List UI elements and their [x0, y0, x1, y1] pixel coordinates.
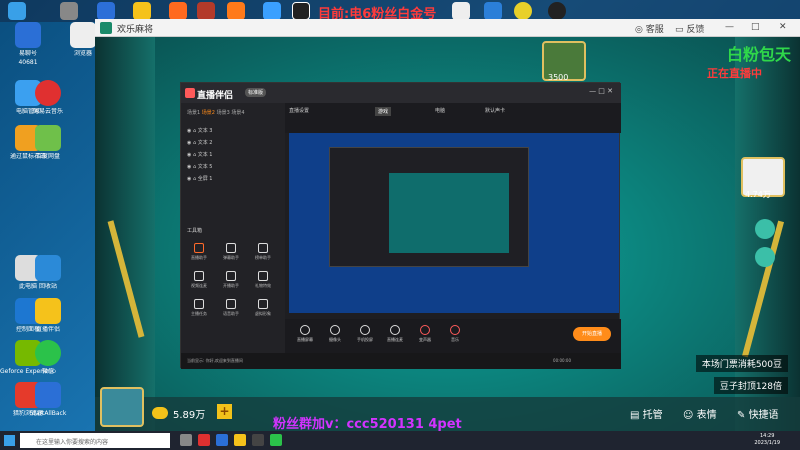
taskbar-app-icon[interactable]: [180, 434, 192, 446]
settings-tag[interactable]: 电脑: [435, 107, 445, 114]
stream-toolbar: 直播屏幕 摄像头 手机投屏 直播连麦 变声器 音乐 开始直播: [285, 319, 621, 353]
maximize-button[interactable]: □: [751, 22, 760, 32]
feedback-button[interactable]: ▭ 反馈: [675, 22, 704, 35]
game-titlebar: 欢乐麻将 ◎ 客服 ▭ 反馈 — □ ✕: [95, 19, 800, 37]
settings-tag[interactable]: 默认声卡: [485, 107, 505, 114]
layer-item[interactable]: ◉ ⌂ 文本 5: [187, 163, 213, 170]
self-avatar[interactable]: [100, 387, 144, 427]
start-live-button[interactable]: 开始直播: [573, 327, 611, 341]
game-title: 欢乐麻将: [117, 25, 154, 35]
settings-tag[interactable]: 直播设置: [289, 107, 309, 114]
version-badge: 标准版: [245, 88, 267, 97]
toolbar-button[interactable]: 直播连麦: [381, 325, 409, 343]
settings-tag[interactable]: 游戏: [375, 107, 392, 116]
shop-icon[interactable]: [755, 219, 775, 239]
tool-item[interactable]: 视频连麦: [185, 271, 213, 289]
app-icon[interactable]: [97, 2, 115, 20]
stream-settings-bar: 直播设置 游戏 电脑 默认声卡: [285, 103, 621, 133]
app-icon[interactable]: [197, 2, 215, 20]
coin-icon: [152, 407, 168, 419]
window-controls[interactable]: — □ ✕: [589, 87, 613, 95]
app-icon[interactable]: [263, 2, 281, 20]
toolbar-button[interactable]: 音乐: [441, 325, 469, 343]
windows-taskbar: 在这里输入你要搜索的内容 14:29 2023/1/19: [0, 431, 800, 450]
streaming-app-window: 直播伴侣 标准版 — □ ✕ 场景1 场景2 场景3 场景4 ◉ ⌂ 文本 3 …: [180, 82, 621, 369]
add-coin-button[interactable]: +: [217, 404, 232, 419]
toolbar-button[interactable]: 手机投屏: [351, 325, 379, 343]
taskbar-app-icon[interactable]: [216, 434, 228, 446]
app-icon[interactable]: [514, 2, 532, 20]
table-rail-left: [95, 37, 155, 431]
tool-item[interactable]: 礼物特效: [249, 271, 277, 289]
taskbar-app-icon[interactable]: [270, 434, 282, 446]
kefu-button[interactable]: ◎ 客服: [635, 22, 664, 35]
desktop-icon[interactable]: 易聊号 40681: [0, 22, 56, 66]
scene-tabs[interactable]: 场景1 场景2 场景3 场景4: [187, 109, 245, 116]
nested-preview-inner: [389, 173, 509, 253]
tool-item[interactable]: 弹幕助手: [217, 243, 245, 261]
cap-info: 豆子封顶128倍: [713, 377, 788, 394]
taskbar-app-icon[interactable]: [198, 434, 210, 446]
coin-count: 5.89万: [173, 410, 206, 421]
app-icon[interactable]: [169, 2, 187, 20]
overlay-title: 白粉包天: [727, 45, 792, 64]
stream-preview: [289, 133, 619, 313]
desktop-icon[interactable]: 回收站: [20, 255, 76, 290]
quick-chat-button[interactable]: ✎ 快捷语: [737, 406, 779, 421]
desktop-icon[interactable]: 微信: [20, 340, 76, 375]
app-icon[interactable]: [452, 2, 470, 20]
ticket-info: 本场门票消耗500豆: [695, 355, 788, 372]
app-icon[interactable]: [292, 2, 310, 20]
taskbar-search-input[interactable]: 在这里输入你要搜索的内容: [20, 433, 170, 448]
taskbar-clock[interactable]: 14:29 2023/1/19: [754, 433, 780, 447]
app-icon[interactable]: [484, 2, 502, 20]
toolbar-button[interactable]: 摄像头: [321, 325, 349, 343]
auto-play-button[interactable]: ▤ 托管: [630, 406, 663, 421]
layer-item[interactable]: ◉ ⌂ 全屏 1: [187, 175, 213, 182]
tool-item[interactable]: 榜单助手: [249, 243, 277, 261]
toolbar-button[interactable]: 直播屏幕: [291, 325, 319, 343]
app-icon[interactable]: [133, 2, 151, 20]
tip-icon[interactable]: [755, 247, 775, 267]
overlay-sub: 正在直播中: [707, 67, 762, 80]
app-icon[interactable]: [8, 2, 26, 20]
stream-time: 00:00:00: [553, 358, 571, 363]
desktop-icon[interactable]: StartAllBack: [20, 382, 76, 417]
player-top-score: 3500: [548, 73, 569, 82]
game-logo-icon: [100, 22, 112, 34]
tool-item[interactable]: 开播助手: [217, 271, 245, 289]
tool-item[interactable]: 虚拟形象: [249, 299, 277, 317]
status-text: 当前显示: 你好,欢迎来到直播间: [187, 358, 243, 363]
taskbar-app-icon[interactable]: [234, 434, 246, 446]
taskbar-app-icon[interactable]: [252, 434, 264, 446]
app-icon[interactable]: [60, 2, 78, 20]
toolbox-title: 工具箱: [187, 228, 203, 234]
tool-item[interactable]: 语音助手: [217, 299, 245, 317]
app-logo-icon: [185, 88, 195, 98]
watermark: 粉丝群加v：ccc520131 4pet: [273, 417, 462, 432]
app-icon[interactable]: [548, 2, 566, 20]
emoji-button[interactable]: ☺ 表情: [683, 406, 717, 421]
desktop-icon[interactable]: 网易云音乐: [20, 80, 76, 115]
toolbar-button[interactable]: 变声器: [411, 325, 439, 343]
player-right-score: 4.74万: [745, 190, 771, 199]
tool-item[interactable]: 直播助手: [185, 243, 213, 261]
app-icon[interactable]: [227, 2, 245, 20]
tool-item[interactable]: 主播任务: [185, 299, 213, 317]
desktop-icon[interactable]: 百度网盘: [20, 125, 76, 160]
desktop-icon[interactable]: 直播伴侣: [20, 298, 76, 333]
scene-panel: 场景1 场景2 场景3 场景4 ◉ ⌂ 文本 3 ◉ ⌂ 文本 2 ◉ ⌂ 文本…: [181, 103, 285, 369]
layer-item[interactable]: ◉ ⌂ 文本 1: [187, 151, 213, 158]
app-logo-text: 直播伴侣: [197, 91, 234, 101]
windows-start-icon[interactable]: [4, 435, 15, 446]
close-button[interactable]: ✕: [779, 22, 787, 32]
streaming-app-header: 直播伴侣 标准版 — □ ✕: [181, 83, 621, 103]
status-bar: 当前显示: 你好,欢迎来到直播间 00:00:00: [181, 353, 621, 369]
minimize-button[interactable]: —: [725, 22, 734, 32]
layer-item[interactable]: ◉ ⌂ 文本 2: [187, 139, 213, 146]
layer-item[interactable]: ◉ ⌂ 文本 3: [187, 127, 213, 134]
